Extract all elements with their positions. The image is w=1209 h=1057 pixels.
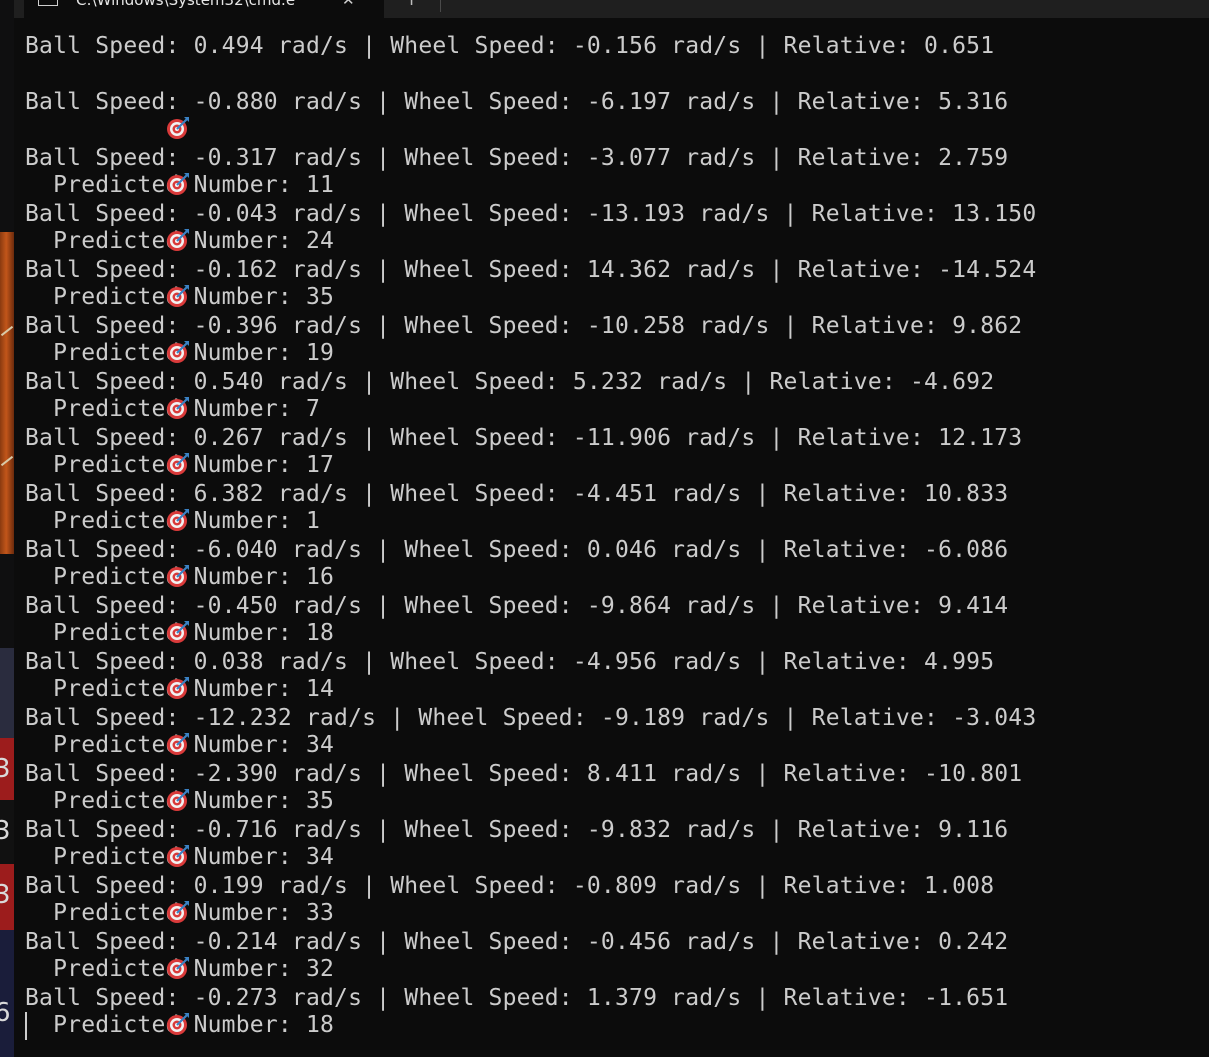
speed-line: Ball Speed: 6.382 rad/s | Wheel Speed: -… [25, 480, 1036, 508]
close-icon[interactable]: ✕ [342, 0, 355, 9]
screen: 3 3 3 6 C:\Windows\System32\cmd.e ✕ + Ba… [0, 0, 1209, 1057]
new-tab-button[interactable]: + [404, 0, 419, 10]
terminal-icon [38, 0, 58, 6]
speed-line: Ball Speed: -0.214 rad/s | Wheel Speed: … [25, 928, 1036, 956]
line-text: Ball Speed: 0.038 rad/s | Wheel Speed: -… [25, 649, 995, 675]
speed-line: Ball Speed: -0.273 rad/s | Wheel Speed: … [25, 984, 1036, 1012]
text-cursor [25, 1012, 27, 1040]
console-output[interactable]: Ball Speed: 0.494 rad/s | Wheel Speed: -… [14, 18, 1209, 1057]
direct-hit-icon [81, 704, 189, 755]
direct-hit-icon [81, 368, 189, 419]
bg-gray-region [0, 648, 14, 738]
bg-digit: 6 [0, 998, 11, 1028]
direct-hit-icon [81, 88, 189, 139]
direct-hit-icon [81, 480, 189, 531]
speed-line: Ball Speed: -2.390 rad/s | Wheel Speed: … [25, 760, 1036, 788]
prediction-line: Predicted Number: 11 [25, 60, 1036, 198]
speed-line: Ball Speed: 0.540 rad/s | Wheel Speed: 5… [25, 368, 1036, 396]
speed-line: Ball Speed: -0.043 rad/s | Wheel Speed: … [25, 200, 1036, 228]
direct-hit-icon [81, 144, 189, 195]
bg-roulette-wood [0, 232, 14, 554]
direct-hit-icon [81, 592, 189, 643]
line-text: Ball Speed: -6.040 rad/s | Wheel Speed: … [25, 537, 1009, 563]
direct-hit-icon [81, 200, 189, 251]
direct-hit-icon [81, 760, 189, 811]
line-text: Ball Speed: -0.450 rad/s | Wheel Speed: … [25, 593, 1009, 619]
bg-digit: 3 [0, 816, 11, 846]
speed-line: Ball Speed: 0.199 rad/s | Wheel Speed: -… [25, 872, 1036, 900]
speed-line: Ball Speed: -0.880 rad/s | Wheel Speed: … [25, 88, 1036, 116]
tab-title: C:\Windows\System32\cmd.e [76, 0, 296, 9]
speed-line: Ball Speed: -12.232 rad/s | Wheel Speed:… [25, 704, 1036, 732]
direct-hit-icon [81, 536, 189, 587]
line-text: Ball Speed: 0.540 rad/s | Wheel Speed: 5… [25, 369, 995, 395]
line-text: Ball Speed: -0.396 rad/s | Wheel Speed: … [25, 313, 1023, 339]
bg-dark-region [0, 554, 14, 648]
line-text: Ball Speed: 6.382 rad/s | Wheel Speed: -… [25, 481, 1009, 507]
line-text: Ball Speed: -0.162 rad/s | Wheel Speed: … [25, 257, 1037, 283]
line-text: Ball Speed: 0.494 rad/s | Wheel Speed: -… [25, 33, 995, 59]
speed-line: Ball Speed: -0.716 rad/s | Wheel Speed: … [25, 816, 1036, 844]
direct-hit-icon [81, 816, 189, 867]
bg-digit: 3 [0, 880, 11, 910]
line-text: Ball Speed: 0.267 rad/s | Wheel Speed: -… [25, 425, 1023, 451]
bg-digit: 3 [0, 754, 11, 784]
console-lines: Ball Speed: 0.494 rad/s | Wheel Speed: -… [25, 32, 1036, 1038]
line-text: Ball Speed: 0.199 rad/s | Wheel Speed: -… [25, 873, 995, 899]
direct-hit-icon [81, 872, 189, 923]
speed-line: Ball Speed: 0.038 rad/s | Wheel Speed: -… [25, 648, 1036, 676]
direct-hit-icon [81, 256, 189, 307]
bg-dark-region [0, 0, 14, 232]
tab-cmd[interactable]: C:\Windows\System32\cmd.e ✕ [24, 0, 384, 18]
direct-hit-icon [81, 424, 189, 475]
title-bar: C:\Windows\System32\cmd.e ✕ + [0, 0, 1209, 18]
bg-navy-region [0, 930, 14, 1057]
direct-hit-icon [81, 312, 189, 363]
line-text: Ball Speed: -0.273 rad/s | Wheel Speed: … [25, 985, 1009, 1011]
speed-line: Ball Speed: -0.317 rad/s | Wheel Speed: … [25, 144, 1036, 172]
line-text: Ball Speed: -0.880 rad/s | Wheel Speed: … [25, 89, 1009, 115]
speed-line: Ball Speed: -0.450 rad/s | Wheel Speed: … [25, 592, 1036, 620]
direct-hit-icon [81, 928, 189, 979]
direct-hit-icon [81, 648, 189, 699]
line-text: Ball Speed: -0.214 rad/s | Wheel Speed: … [25, 929, 1009, 955]
line-text: Ball Speed: -2.390 rad/s | Wheel Speed: … [25, 761, 1023, 787]
speed-line: Ball Speed: -6.040 rad/s | Wheel Speed: … [25, 536, 1036, 564]
tab-divider [440, 0, 441, 12]
speed-line: Ball Speed: -0.162 rad/s | Wheel Speed: … [25, 256, 1036, 284]
speed-line: Ball Speed: 0.267 rad/s | Wheel Speed: -… [25, 424, 1036, 452]
line-text: Ball Speed: -12.232 rad/s | Wheel Speed:… [25, 705, 1037, 731]
background-window-peek: 3 3 3 6 [0, 0, 14, 1057]
line-text: Ball Speed: -0.317 rad/s | Wheel Speed: … [25, 145, 1009, 171]
direct-hit-icon [81, 984, 189, 1035]
line-text: Ball Speed: -0.716 rad/s | Wheel Speed: … [25, 817, 1009, 843]
speed-line: Ball Speed: 0.494 rad/s | Wheel Speed: -… [25, 32, 1036, 60]
speed-line: Ball Speed: -0.396 rad/s | Wheel Speed: … [25, 312, 1036, 340]
line-text: Ball Speed: -0.043 rad/s | Wheel Speed: … [25, 201, 1037, 227]
